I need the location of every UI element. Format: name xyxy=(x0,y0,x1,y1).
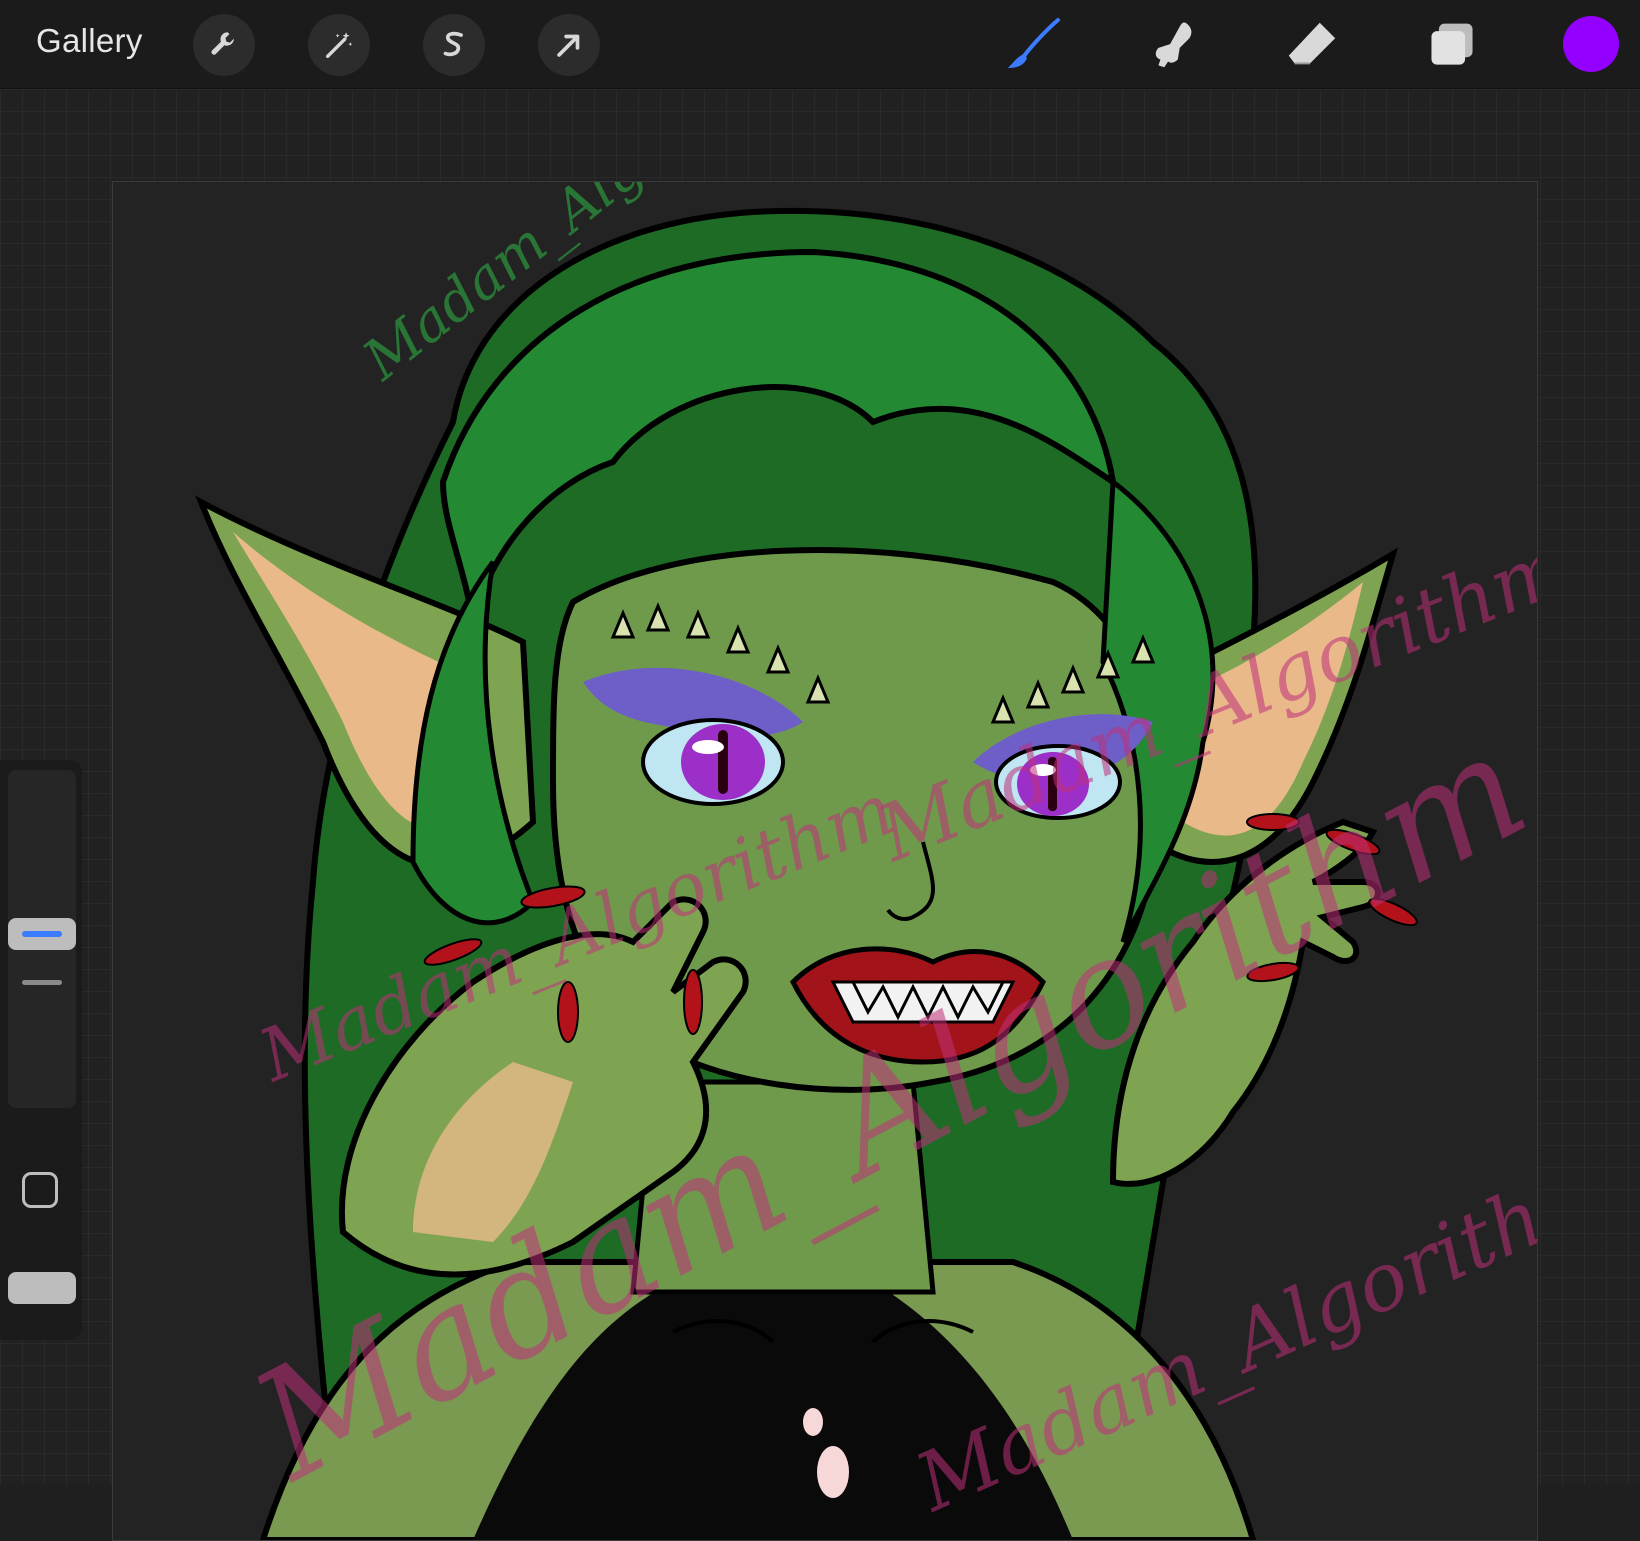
layers-icon xyxy=(1431,23,1473,65)
layers-button[interactable] xyxy=(1420,14,1484,78)
brush-tool-button[interactable] xyxy=(1002,14,1066,78)
magic-wand-icon xyxy=(325,32,353,59)
color-picker-button[interactable] xyxy=(1563,16,1619,72)
modify-button[interactable] xyxy=(22,1172,58,1208)
eraser-tool-button[interactable] xyxy=(1280,14,1344,78)
actions-button[interactable] xyxy=(193,14,255,76)
top-toolbar: Gallery xyxy=(0,0,1640,89)
brush-icon xyxy=(1008,18,1060,68)
smudge-tool-button[interactable] xyxy=(1140,14,1204,78)
selection-s-icon xyxy=(443,31,463,57)
smudge-icon xyxy=(1155,22,1192,68)
goblin-girl-illustration: Madam_Algorithm Madam_Algorithm Madam_Al… xyxy=(113,182,1537,1540)
brush-size-handle[interactable] xyxy=(8,918,76,950)
eraser-icon xyxy=(1288,22,1336,65)
selection-button[interactable] xyxy=(423,14,485,76)
side-toolbar xyxy=(0,760,82,1340)
opacity-marker xyxy=(22,980,62,985)
adjustments-button[interactable] xyxy=(308,14,370,76)
gallery-button[interactable]: Gallery xyxy=(36,22,143,60)
brush-size-slider[interactable] xyxy=(8,770,76,1108)
active-indicator xyxy=(22,931,62,937)
transform-button[interactable] xyxy=(538,14,600,76)
artwork-canvas[interactable]: Madam_Algorithm Madam_Algorithm Madam_Al… xyxy=(112,181,1538,1541)
opacity-slider[interactable] xyxy=(8,1272,76,1304)
canvas-workspace[interactable]: Madam_Algorithm Madam_Algorithm Madam_Al… xyxy=(0,89,1640,1541)
transform-arrow-icon xyxy=(557,34,580,57)
wrench-icon xyxy=(211,32,234,55)
